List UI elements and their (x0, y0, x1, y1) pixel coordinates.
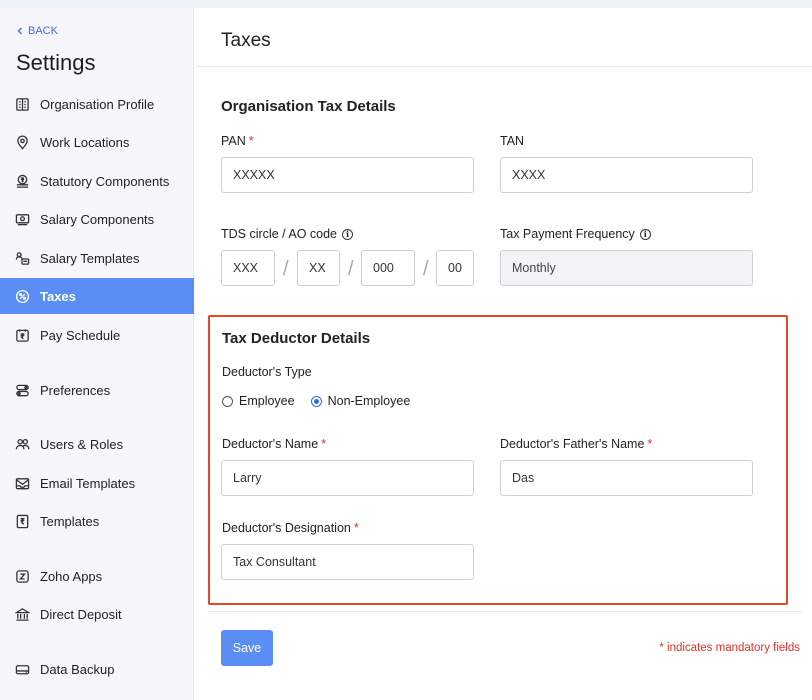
tds-part-4-input[interactable]: 00 (436, 250, 474, 286)
money-note-icon (14, 211, 30, 227)
tds-separator: / (348, 258, 354, 280)
backup-drive-icon (14, 661, 30, 677)
settings-title: Settings (16, 50, 96, 75)
header-divider (195, 66, 812, 67)
rupee-calendar-icon (14, 327, 30, 343)
settings-sidebar: BACK Settings Organisation Profile Work … (0, 8, 194, 700)
tds-label-text: TDS circle / AO code (221, 227, 338, 241)
percent-icon (14, 288, 30, 304)
deductor-designation-label-text: Deductor's Designation (222, 521, 351, 535)
deductor-designation-input[interactable]: Tax Consultant (221, 544, 474, 580)
freq-label-text: Tax Payment Frequency (500, 227, 635, 241)
chevron-left-icon (17, 27, 22, 35)
required-asterisk: * (647, 437, 653, 451)
building-icon (14, 96, 30, 112)
tax-deductor-section-title: Tax Deductor Details (222, 330, 371, 347)
required-asterisk: * (248, 134, 254, 148)
email-icon (14, 475, 30, 491)
sidebar-item-label: Salary Components (40, 211, 155, 227)
pan-input[interactable]: XXXXX (221, 157, 474, 193)
sidebar-item-salary-components[interactable]: Salary Components (0, 201, 194, 237)
toggle-icon (14, 382, 30, 398)
sidebar-item-label: Email Templates (40, 475, 136, 491)
sidebar-item-label: Direct Deposit (40, 606, 122, 622)
location-pin-icon (14, 134, 30, 150)
tax-payment-frequency-field: Monthly (500, 250, 753, 286)
sidebar-item-label: Work Locations (40, 134, 130, 150)
tan-input[interactable]: XXXX (500, 157, 753, 193)
deductor-type-radio-group: Employee Non-Employee (222, 394, 420, 408)
tds-separator: / (283, 258, 289, 280)
users-icon (14, 436, 30, 452)
tds-part-2-input[interactable]: XX (297, 250, 340, 286)
sidebar-item-email-templates[interactable]: Email Templates (0, 465, 194, 501)
radio-employee[interactable] (222, 395, 233, 407)
sidebar-item-organisation-profile[interactable]: Organisation Profile (0, 86, 194, 122)
save-button[interactable]: Save (221, 630, 273, 666)
pan-label-text: PAN (221, 134, 246, 148)
deductor-name-input[interactable]: Larry (221, 460, 474, 496)
sidebar-item-work-locations[interactable]: Work Locations (0, 124, 194, 160)
deductor-father-name-label: Deductor's Father's Name * (500, 437, 652, 451)
pan-label: PAN * (221, 134, 254, 148)
radio-non-employee-label[interactable]: Non-Employee (328, 394, 411, 408)
sidebar-item-label: Preferences (40, 382, 111, 398)
template-person-icon (14, 250, 30, 266)
sidebar-item-taxes[interactable]: Taxes (0, 278, 194, 314)
tds-part-3-input[interactable]: 000 (361, 250, 415, 286)
sidebar-item-zoho-apps[interactable]: Zoho Apps (0, 558, 194, 594)
taxes-main: Taxes Organisation Tax Details PAN * XXXX… (195, 8, 812, 700)
sidebar-item-label: Templates (40, 513, 100, 529)
sidebar-item-users-roles[interactable]: Users & Roles (0, 426, 194, 462)
info-icon[interactable]: i (639, 228, 651, 240)
tds-label: TDS circle / AO code i (221, 227, 354, 241)
sidebar-item-label: Data Backup (40, 661, 115, 677)
rupee-document-icon (14, 513, 30, 529)
sidebar-item-pay-schedule[interactable]: Pay Schedule (0, 317, 194, 353)
deductor-father-name-input[interactable]: Das (500, 460, 753, 496)
page-title: Taxes (221, 30, 271, 51)
sidebar-item-label: Users & Roles (40, 436, 124, 452)
sidebar-item-label: Organisation Profile (40, 96, 155, 112)
sidebar-item-label: Taxes (40, 288, 76, 304)
sidebar-item-salary-templates[interactable]: Salary Templates (0, 240, 194, 276)
top-strip (0, 0, 812, 8)
rupee-stack-icon (14, 173, 30, 189)
back-link[interactable]: BACK (16, 25, 58, 37)
sidebar-item-statutory-components[interactable]: Statutory Components (0, 163, 194, 199)
sidebar-item-label: Statutory Components (40, 173, 170, 189)
radio-non-employee[interactable] (310, 395, 322, 407)
sidebar-item-label: Pay Schedule (40, 327, 121, 343)
bank-icon (14, 606, 30, 622)
tan-label: TAN (500, 134, 525, 148)
sidebar-item-preferences[interactable]: Preferences (0, 372, 194, 408)
sidebar-item-templates[interactable]: Templates (0, 503, 194, 539)
required-asterisk: * (321, 437, 327, 451)
deductor-type-label: Deductor's Type (222, 365, 312, 379)
zoho-icon (14, 568, 30, 584)
footer-divider (208, 611, 802, 612)
deductor-name-label: Deductor's Name * (222, 437, 326, 451)
sidebar-item-direct-deposit[interactable]: Direct Deposit (0, 596, 194, 632)
back-label: BACK (28, 25, 58, 37)
deductor-designation-label: Deductor's Designation * (222, 521, 359, 535)
sidebar-item-label: Salary Templates (40, 250, 140, 266)
tds-separator: / (423, 258, 429, 280)
sidebar-item-label: Zoho Apps (40, 568, 103, 584)
mandatory-fields-note: * indicates mandatory fields (659, 642, 800, 654)
required-asterisk: * (353, 521, 359, 535)
sidebar-item-data-backup[interactable]: Data Backup (0, 651, 194, 687)
deductor-father-label-text: Deductor's Father's Name (500, 437, 645, 451)
deductor-name-label-text: Deductor's Name (222, 437, 319, 451)
radio-employee-label[interactable]: Employee (239, 394, 295, 408)
tds-part-1-input[interactable]: XXX (221, 250, 275, 286)
tax-payment-frequency-label: Tax Payment Frequency i (500, 227, 651, 241)
org-tax-section-title: Organisation Tax Details (221, 98, 396, 115)
info-icon[interactable]: i (342, 228, 354, 240)
